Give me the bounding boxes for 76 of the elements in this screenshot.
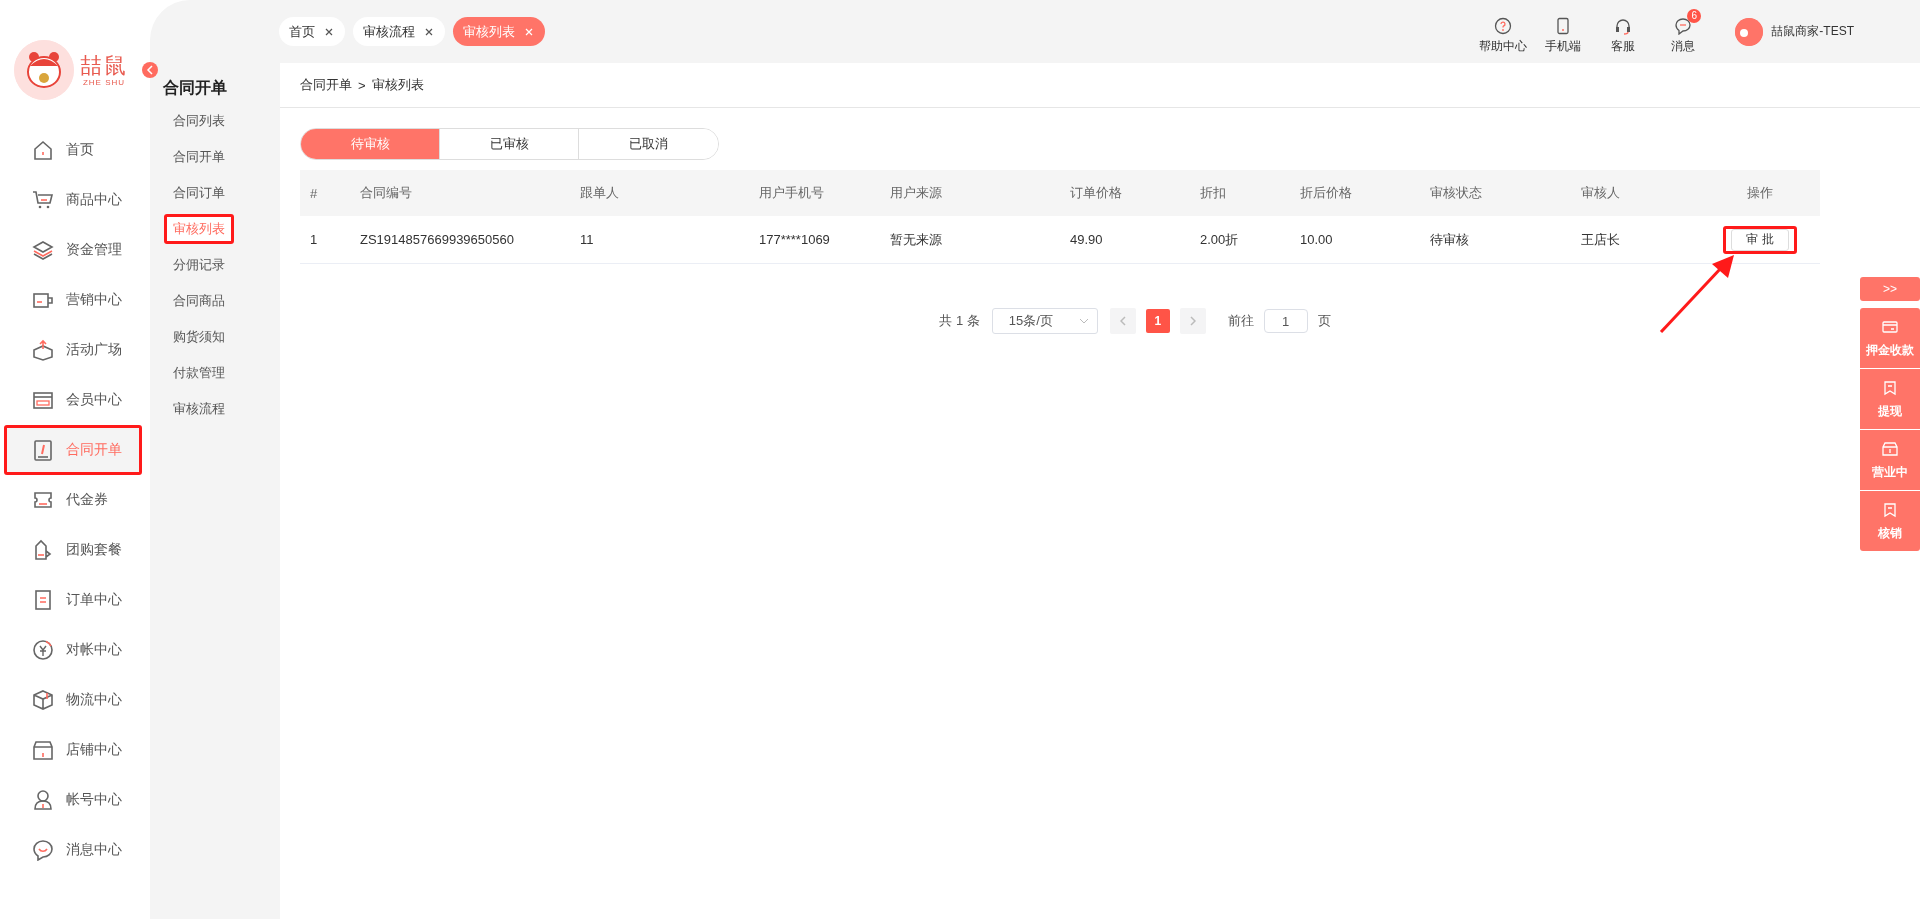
table-cell: 王店长 (1571, 216, 1700, 264)
column-header: 用户手机号 (749, 170, 880, 216)
close-icon[interactable] (425, 27, 433, 36)
sidebar-item[interactable]: 店铺中心 (4, 725, 142, 775)
column-header: 审核状态 (1420, 170, 1571, 216)
sidebar-item[interactable]: 活动广场 (4, 325, 142, 375)
chevron-down-icon (1078, 318, 1089, 324)
next-page-button[interactable] (1179, 308, 1206, 334)
chevron-left-icon (146, 65, 154, 75)
user-name[interactable]: 喆鼠商家-TEST (1771, 23, 1854, 40)
notification-badge: 6 (1687, 8, 1702, 23)
table-cell: 10.00 (1290, 216, 1420, 264)
sidebar-item[interactable]: 对帐中心 (4, 625, 142, 675)
chevron-left-icon (1119, 316, 1126, 326)
collapse-button[interactable] (142, 62, 158, 78)
sidebar-item[interactable]: 团购套餐 (4, 525, 142, 575)
previous-page-button[interactable] (1109, 308, 1136, 334)
header-tool-button[interactable]: 手机端 (1533, 8, 1594, 55)
column-header: 跟单人 (570, 170, 749, 216)
close-icon[interactable] (325, 27, 333, 36)
table-cell: 暂无来源 (880, 216, 1060, 264)
subnav-item[interactable]: 购货须知 (164, 322, 234, 352)
column-header: 折后价格 (1290, 170, 1420, 216)
table-cell: 11 (570, 216, 749, 264)
logo-text: 喆鼠 (80, 53, 128, 78)
approve-button[interactable]: 审 批 (1731, 228, 1789, 251)
goto-label: 前往 (1227, 312, 1254, 330)
breadcrumb-current: 审核列表 (371, 76, 424, 94)
breadcrumb-link[interactable]: 合同开单 (300, 76, 352, 94)
sidebar-item[interactable]: 首页 (4, 125, 142, 175)
chat-icon (1674, 16, 1693, 35)
column-header: 用户来源 (880, 170, 1060, 216)
subnav-item[interactable]: 合同订单 (164, 178, 234, 208)
table-cell: 待审核 (1420, 216, 1571, 264)
total-count: 共 1 条 (939, 312, 980, 330)
subnav-item[interactable]: 合同列表 (164, 106, 234, 136)
column-header: 操作 (1700, 170, 1820, 216)
help-icon (1494, 16, 1513, 35)
header-tool-button[interactable]: 帮助中心 (1473, 8, 1534, 55)
table-cell: 1 (300, 216, 350, 264)
subnav-item[interactable]: 分佣记录 (164, 250, 234, 280)
subnav-item[interactable]: 合同开单 (164, 142, 234, 172)
logo-subtext: ZHE SHU (82, 77, 126, 87)
sidebar-item[interactable]: 营销中心 (4, 275, 142, 325)
headset-icon (1614, 16, 1633, 35)
subnav-item[interactable]: 付款管理 (164, 358, 234, 388)
table-cell: ZS1914857669939650560 (350, 216, 570, 264)
sidebar-item[interactable]: 资金管理 (4, 225, 142, 275)
chevron-right-icon (1189, 316, 1196, 326)
table-cell: 177****1069 (749, 216, 880, 264)
subnav-item[interactable]: 合同商品 (164, 286, 234, 316)
header-tool-button[interactable]: 消息 6 (1653, 8, 1714, 55)
table-cell: 49.90 (1060, 216, 1190, 264)
sidebar-item[interactable]: 商品中心 (4, 175, 142, 225)
page-tab[interactable]: 首页 (279, 17, 345, 46)
subnav-item[interactable]: 审核流程 (164, 394, 234, 424)
table-cell: 2.00折 (1190, 216, 1290, 264)
sidebar-item[interactable]: 帐号中心 (4, 775, 142, 825)
column-header: 审核人 (1571, 170, 1700, 216)
header-tool-button[interactable]: 客服 (1593, 8, 1654, 55)
column-header: 合同编号 (350, 170, 570, 216)
column-header: # (300, 170, 350, 216)
column-header: 折扣 (1190, 170, 1290, 216)
goto-page-field[interactable]: 1 (1263, 309, 1308, 333)
page-size-select[interactable]: 15条/页 (991, 308, 1098, 334)
sidebar-item[interactable]: 代金券 (4, 475, 142, 525)
page-tab[interactable]: 审核流程 (353, 17, 445, 46)
breadcrumb-separator: > (358, 77, 366, 93)
goto-suffix: 页 (1317, 312, 1331, 330)
sidebar-item[interactable]: 订单中心 (4, 575, 142, 625)
sidebar-item[interactable]: 会员中心 (4, 375, 142, 425)
avatar-icon[interactable] (1735, 17, 1764, 46)
column-header: 订单价格 (1060, 170, 1190, 216)
sidebar-item[interactable]: 物流中心 (4, 675, 142, 725)
sidebar-item[interactable]: 消息中心 (4, 825, 142, 875)
subnav-title: 合同开单 (162, 78, 228, 98)
